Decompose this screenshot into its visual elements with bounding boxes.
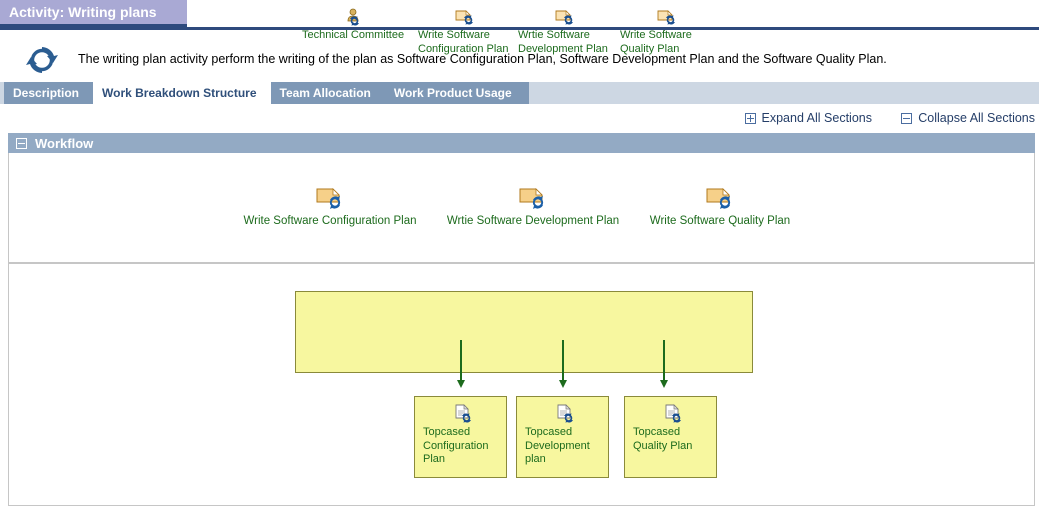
activity-cycle-icon	[22, 42, 62, 78]
work-product-box-topcased-development-plan[interactable]: Topcased Development plan	[516, 396, 609, 478]
activity-node-write-software-quality-plan[interactable]: Write Software Quality Plan	[620, 185, 820, 227]
page-title: Activity: Writing plans	[9, 4, 157, 20]
tab-label: Work Product Usage	[393, 86, 512, 100]
task-icon	[656, 8, 678, 26]
activity-task-icon	[314, 185, 346, 211]
activity-node-write-software-configuration-plan[interactable]: Write Software Configuration Plan	[230, 185, 430, 227]
minus-box-icon	[901, 112, 913, 124]
activity-page: Activity: Writing plans The writing plan…	[0, 0, 1039, 515]
task-icon	[554, 8, 576, 26]
expand-all-sections-link[interactable]: Expand All Sections	[744, 111, 873, 125]
work-product-label: Topcased Configuration Plan	[423, 426, 489, 465]
section-toolbar: Expand All Sections Collapse All Section…	[0, 106, 1039, 133]
minus-box-icon[interactable]	[16, 137, 27, 149]
tab-label: Team Allocation	[279, 86, 371, 100]
tab-work-breakdown-structure[interactable]: Work Breakdown Structure	[93, 82, 274, 104]
work-product-label: Topcased Development plan	[525, 426, 590, 465]
tab-label: Description	[13, 86, 80, 100]
plus-box-icon	[744, 112, 756, 124]
work-product-box-topcased-configuration-plan[interactable]: Topcased Configuration Plan	[414, 396, 507, 478]
role-node-technical-committee[interactable]: Technical Committee	[300, 8, 418, 43]
workflow-section-header[interactable]: Workflow	[8, 133, 1035, 153]
expand-all-label: Expand All Sections	[761, 111, 873, 125]
tab-label: Work Breakdown Structure	[102, 86, 257, 100]
tab-slant	[514, 82, 529, 104]
work-product-icon	[555, 403, 575, 423]
task-node-wrtie-software-development-plan[interactable]: Wrtie Software Development Plan	[518, 8, 620, 56]
task-node-write-software-configuration-plan[interactable]: Write Software Configuration Plan	[418, 8, 518, 56]
role-icon	[344, 8, 366, 26]
task-icon	[454, 8, 476, 26]
tab-bar: Description Work Breakdown Structure Tea…	[0, 82, 1039, 104]
work-product-icon	[453, 403, 473, 423]
connector-arrow	[456, 340, 466, 390]
activity-task-icon	[704, 185, 736, 211]
connector-arrow	[558, 340, 568, 390]
collapse-all-sections-link[interactable]: Collapse All Sections	[901, 111, 1035, 125]
activity-node-label: Wrtie Software Development Plan	[446, 215, 620, 227]
activity-node-wrtie-software-development-plan[interactable]: Wrtie Software Development Plan	[433, 185, 633, 227]
work-product-icon	[663, 403, 683, 423]
activity-node-label: Write Software Configuration Plan	[243, 215, 417, 227]
tab-team-allocation[interactable]: Team Allocation	[270, 82, 388, 104]
role-node-label: Technical Committee	[302, 29, 405, 41]
work-product-label: Topcased Quality Plan	[633, 426, 693, 452]
task-node-write-software-quality-plan[interactable]: Write Software Quality Plan	[620, 8, 720, 56]
tab-work-product-usage[interactable]: Work Product Usage	[384, 82, 529, 104]
task-node-label: Write Software Quality Plan	[620, 29, 692, 55]
workflow-group-box[interactable]	[295, 291, 753, 373]
tab-underline	[0, 104, 1039, 105]
task-node-label: Wrtie Software Development Plan	[518, 29, 608, 55]
collapse-all-label: Collapse All Sections	[918, 111, 1035, 125]
tab-description[interactable]: Description	[4, 82, 97, 104]
page-title-bar: Activity: Writing plans	[0, 0, 187, 27]
task-node-label: Write Software Configuration Plan	[418, 29, 509, 55]
connector-arrow	[659, 340, 669, 390]
workflow-section-title: Workflow	[35, 135, 94, 151]
work-product-box-topcased-quality-plan[interactable]: Topcased Quality Plan	[624, 396, 717, 478]
activity-node-label: Write Software Quality Plan	[649, 215, 791, 227]
activity-task-icon	[517, 185, 549, 211]
